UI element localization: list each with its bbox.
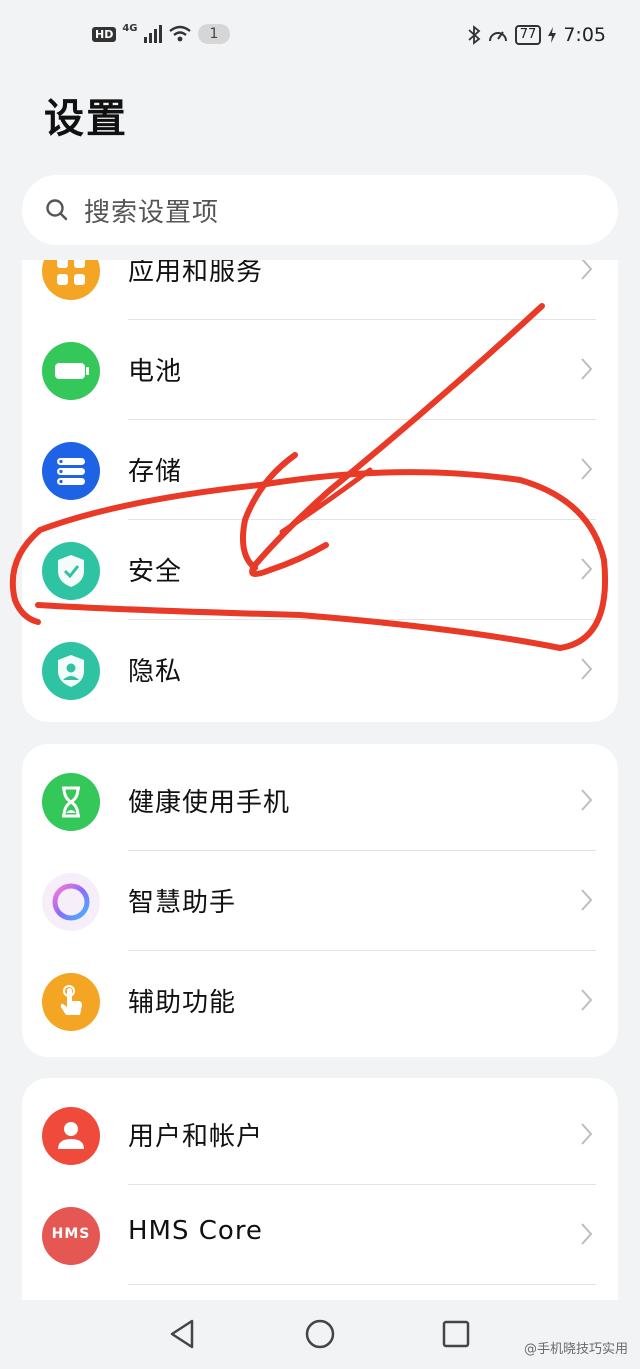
battery-icon: 77 [514, 25, 542, 45]
settings-group-3: 用户和帐户 HMS HMS Core [22, 1078, 618, 1300]
watermark: @手机晓技巧实用 [523, 1342, 628, 1357]
chevron-right-icon [581, 358, 593, 380]
chevron-right-icon [581, 1123, 593, 1145]
network-type: 4G [122, 22, 138, 34]
chevron-right-icon [581, 458, 593, 480]
home-icon[interactable] [304, 1318, 336, 1350]
settings-item-label: 电池 [128, 357, 183, 387]
battery-icon [42, 342, 100, 400]
settings-group-2: 健康使用手机 智慧助手 辅助功能 [22, 744, 618, 1057]
navigation-bar [0, 1300, 640, 1369]
chevron-right-icon [581, 260, 593, 280]
search-placeholder: 搜索设置项 [84, 197, 220, 228]
settings-group-1: 应用和服务 电池 存储 安全 隐私 [22, 260, 618, 722]
search-input[interactable]: 搜索设置项 [22, 175, 618, 245]
shield-icon [42, 542, 100, 600]
settings-item-security[interactable]: 安全 [22, 520, 618, 620]
page-title: 设置 [44, 96, 128, 142]
speed-icon [488, 31, 507, 42]
status-left: HD 4G 1 [92, 22, 231, 44]
settings-item-label: 用户和帐户 [128, 1122, 264, 1152]
settings-item-label: 隐私 [128, 657, 183, 687]
hms-icon: HMS [42, 1207, 100, 1265]
settings-item-label: 智慧助手 [128, 888, 237, 918]
chevron-right-icon [581, 1223, 593, 1245]
recents-icon[interactable] [441, 1319, 471, 1349]
status-bar: HD 4G 1 77 7:05 [0, 0, 640, 74]
bluetooth-icon [468, 25, 481, 45]
settings-item-label: 存储 [128, 457, 183, 487]
settings-item-hms-core[interactable]: HMS HMS Core [22, 1185, 618, 1285]
user-icon [42, 1107, 100, 1165]
back-icon[interactable] [168, 1318, 198, 1350]
hd-badge: HD [92, 26, 117, 42]
privacy-icon [42, 642, 100, 700]
settings-item-label: 辅助功能 [128, 988, 237, 1018]
chevron-right-icon [581, 789, 593, 811]
divider [128, 1284, 596, 1285]
settings-item-label: 健康使用手机 [128, 788, 291, 818]
settings-item-apps[interactable]: 应用和服务 [22, 260, 618, 320]
chevron-right-icon [581, 558, 593, 580]
notification-count: 1 [197, 24, 231, 44]
chevron-right-icon [581, 889, 593, 911]
storage-icon [42, 442, 100, 500]
settings-item-privacy[interactable]: 隐私 [22, 620, 618, 720]
hourglass-icon [42, 773, 100, 831]
settings-item-label: 应用和服务 [128, 260, 264, 287]
clock: 7:05 [563, 24, 606, 46]
settings-item-accessibility[interactable]: 辅助功能 [22, 951, 618, 1051]
settings-item-label: 安全 [128, 557, 183, 587]
charging-icon [548, 27, 557, 43]
apps-icon [42, 260, 100, 300]
signal-icon [143, 25, 162, 43]
settings-item-label: HMS Core [128, 1216, 263, 1246]
settings-item-storage[interactable]: 存储 [22, 420, 618, 520]
chevron-right-icon [581, 658, 593, 680]
settings-item-accounts[interactable]: 用户和帐户 [22, 1085, 618, 1185]
assistant-icon [42, 873, 100, 931]
wifi-icon [168, 25, 191, 42]
hand-icon [42, 973, 100, 1031]
chevron-right-icon [581, 989, 593, 1011]
search-icon [46, 199, 68, 221]
settings-item-assistant[interactable]: 智慧助手 [22, 851, 618, 951]
hms-icon-text: HMS [51, 1226, 91, 1242]
settings-item-battery[interactable]: 电池 [22, 320, 618, 420]
status-right: 77 7:05 [467, 24, 606, 46]
settings-item-digital-balance[interactable]: 健康使用手机 [22, 751, 618, 851]
